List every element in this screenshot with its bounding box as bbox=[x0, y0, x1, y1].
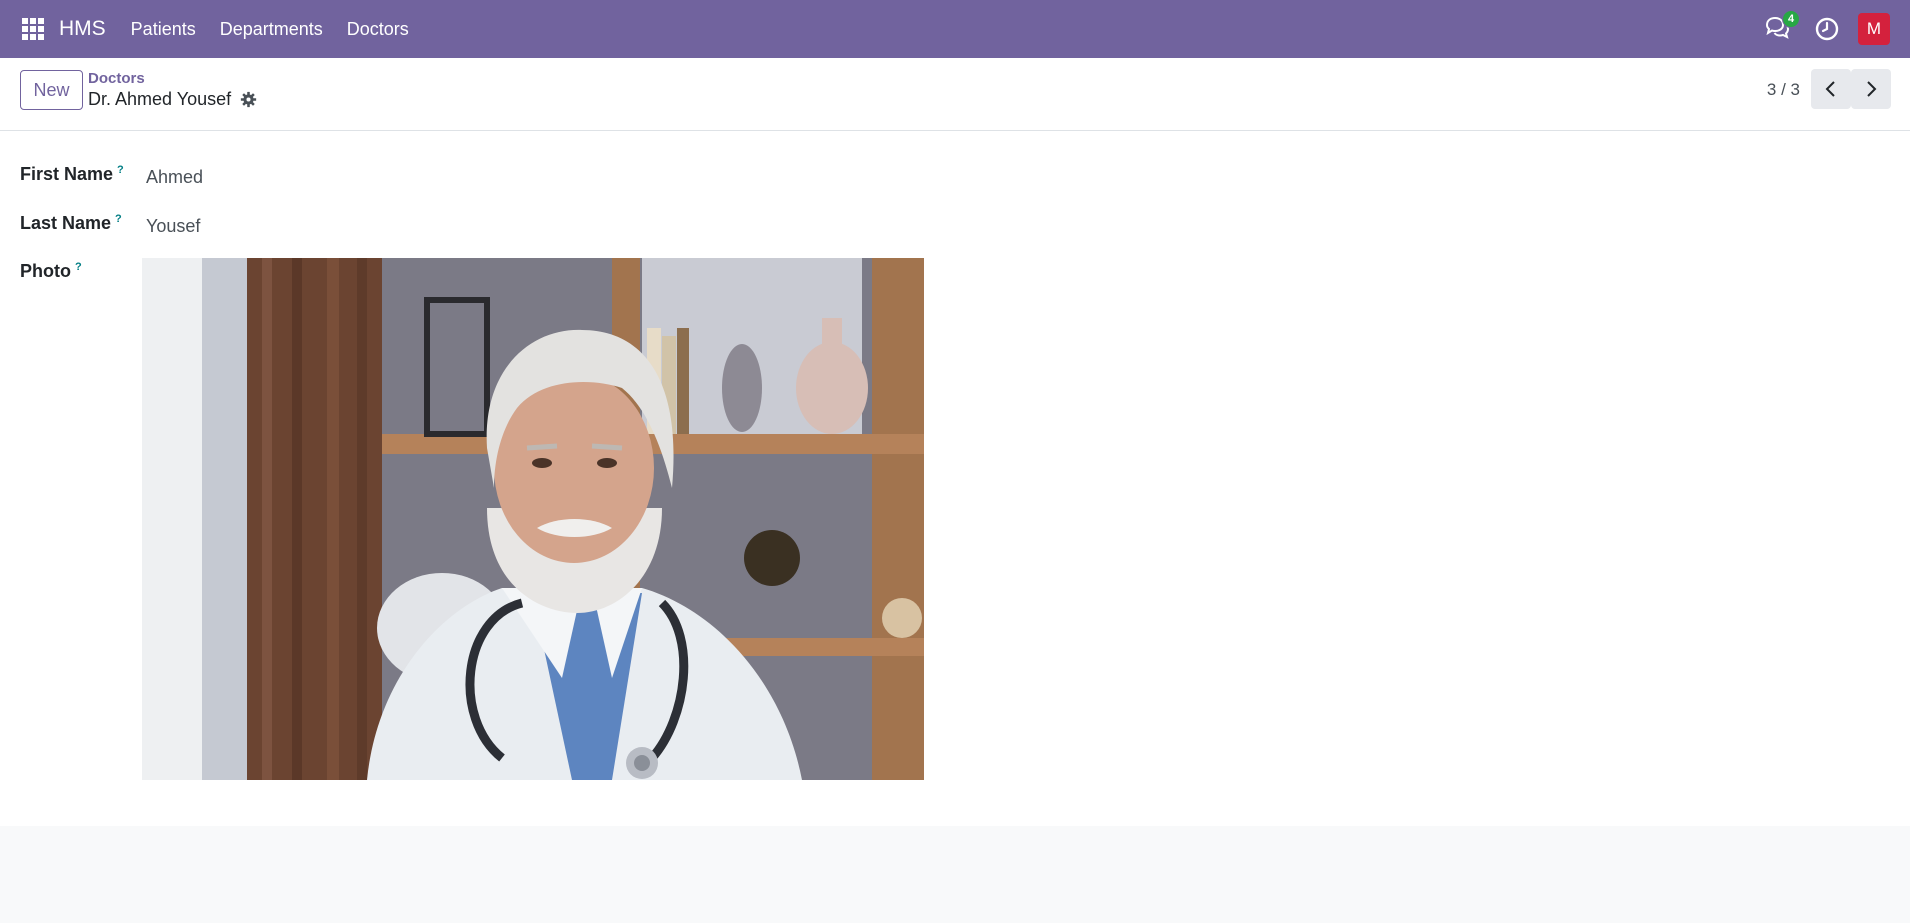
form-footer-area bbox=[0, 826, 1910, 923]
chevron-left-icon bbox=[1825, 81, 1835, 97]
first-name-label: First Name? bbox=[20, 164, 124, 185]
top-navbar: HMS Patients Departments Doctors 4 M bbox=[0, 0, 1910, 58]
help-tooltip-icon[interactable]: ? bbox=[115, 213, 122, 225]
doctor-photo-field[interactable] bbox=[142, 258, 924, 780]
menu-item-doctors[interactable]: Doctors bbox=[347, 19, 409, 40]
pager-value[interactable]: 3 / 3 bbox=[1767, 80, 1800, 100]
control-panel: New Doctors Dr. Ahmed Yousef 3 / 3 bbox=[0, 58, 1910, 131]
menu-item-departments[interactable]: Departments bbox=[220, 19, 323, 40]
help-tooltip-icon[interactable]: ? bbox=[75, 261, 82, 273]
user-avatar[interactable]: M bbox=[1858, 13, 1890, 45]
last-name-field[interactable]: Yousef bbox=[146, 216, 200, 237]
navbar-systray: 4 M bbox=[1764, 0, 1890, 58]
help-tooltip-icon[interactable]: ? bbox=[117, 164, 124, 176]
pager-previous-button[interactable] bbox=[1811, 69, 1851, 109]
gear-icon[interactable] bbox=[240, 91, 257, 108]
chevron-right-icon bbox=[1867, 81, 1877, 97]
photo-label-text: Photo bbox=[20, 261, 71, 281]
record-title: Dr. Ahmed Yousef bbox=[88, 89, 232, 109]
doctor-photo-image bbox=[142, 258, 924, 780]
breadcrumb-current: Dr. Ahmed Yousef bbox=[88, 89, 257, 110]
pager-next-button[interactable] bbox=[1851, 69, 1891, 109]
clock-icon[interactable] bbox=[1814, 16, 1840, 42]
photo-label: Photo? bbox=[20, 261, 82, 282]
doctor-form: First Name? Ahmed Last Name? Yousef Phot… bbox=[0, 132, 1910, 826]
app-brand[interactable]: HMS bbox=[59, 17, 106, 41]
menu-item-patients[interactable]: Patients bbox=[131, 19, 196, 40]
last-name-label-text: Last Name bbox=[20, 213, 112, 233]
first-name-field[interactable]: Ahmed bbox=[146, 167, 203, 188]
first-name-label-text: First Name bbox=[20, 164, 114, 184]
new-button[interactable]: New bbox=[20, 70, 83, 110]
messages-button[interactable]: 4 bbox=[1764, 10, 1800, 43]
apps-grid-icon[interactable] bbox=[22, 18, 44, 40]
messages-count-badge: 4 bbox=[1782, 10, 1800, 28]
breadcrumb-doctors[interactable]: Doctors bbox=[88, 70, 145, 87]
last-name-label: Last Name? bbox=[20, 213, 122, 234]
